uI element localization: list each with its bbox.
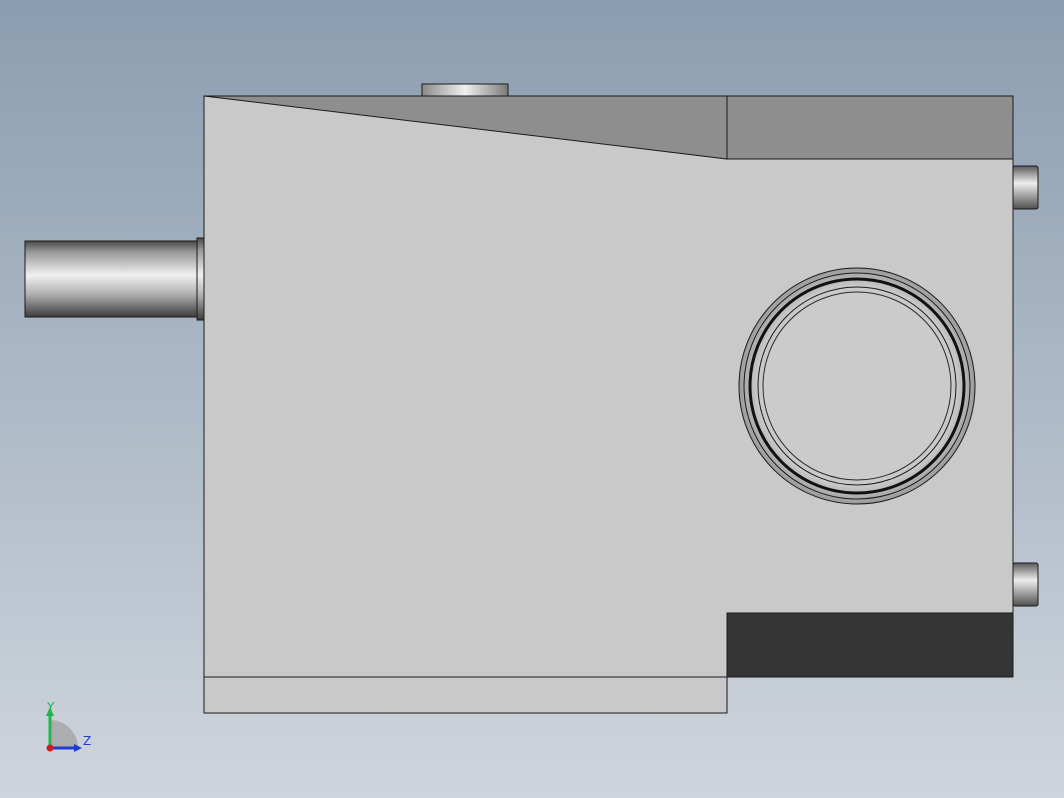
top-boss[interactable] [421, 83, 509, 97]
right-lower-shaft[interactable] [1012, 562, 1039, 607]
top-right-face [726, 95, 1014, 160]
input-shaft[interactable] [24, 237, 205, 321]
x-axis-dot [46, 744, 54, 752]
model-view[interactable]: Y Z [0, 0, 1064, 798]
base-plate[interactable] [203, 676, 728, 714]
output-bore[interactable] [738, 267, 976, 505]
y-axis-label: Y [46, 700, 55, 714]
bottom-right-recess [726, 612, 1014, 678]
right-upper-shaft[interactable] [1012, 165, 1039, 210]
graphics-viewport[interactable]: Y Z [0, 0, 1064, 798]
z-axis-label: Z [83, 734, 91, 748]
